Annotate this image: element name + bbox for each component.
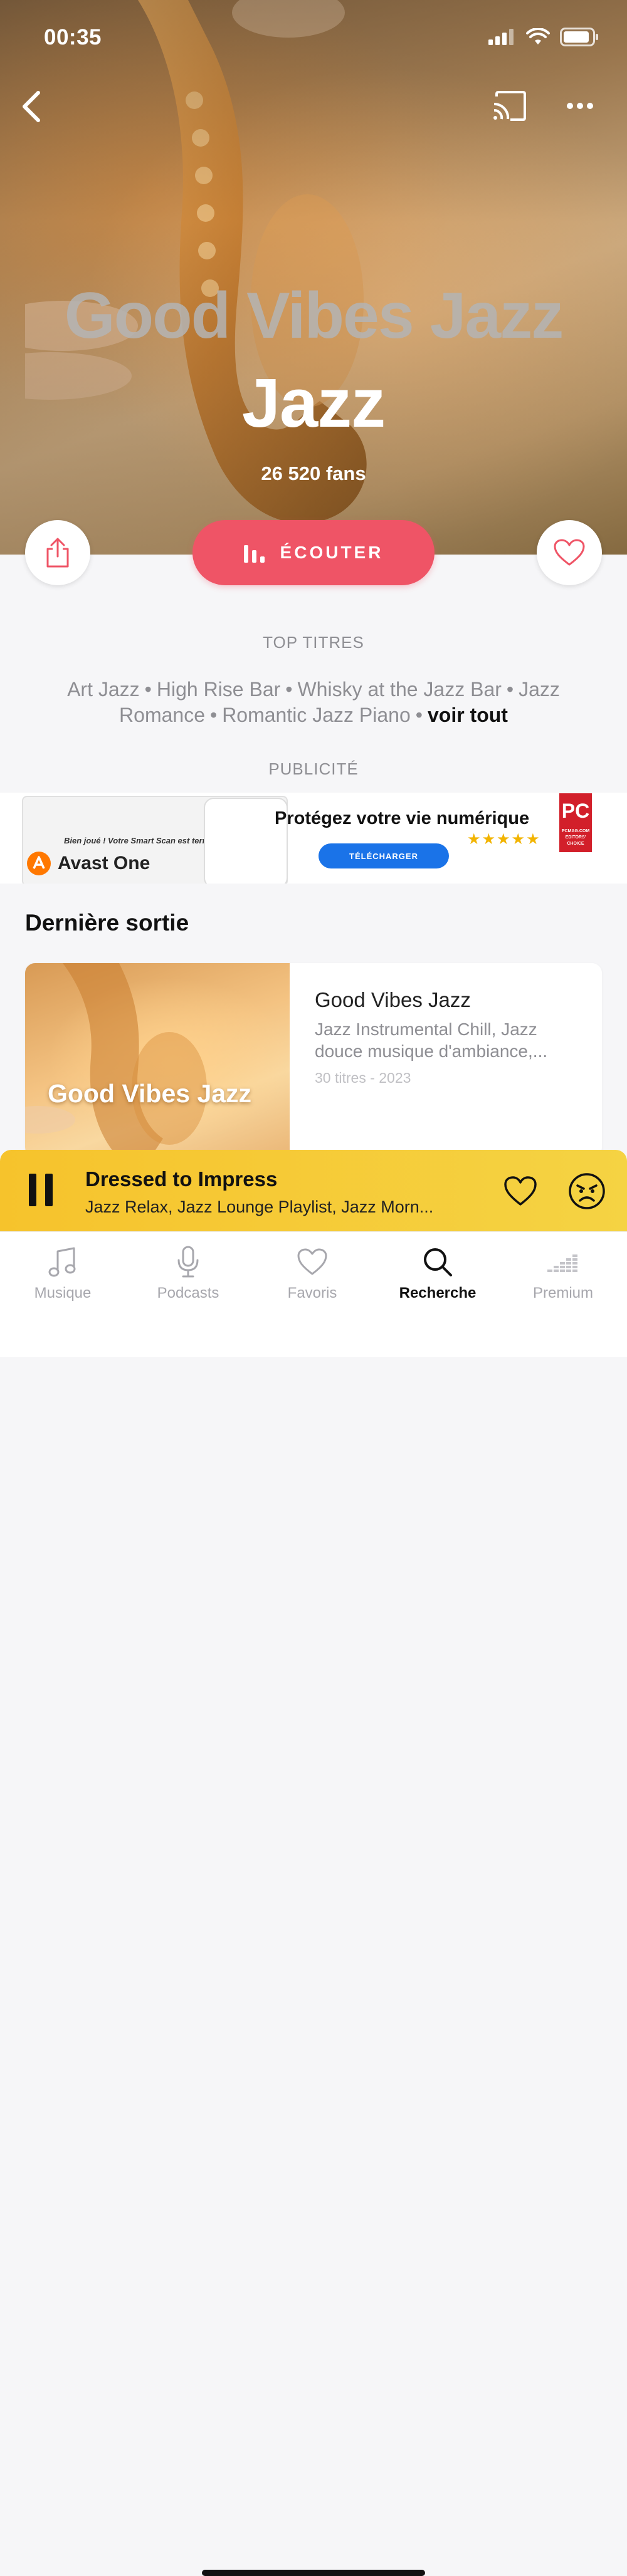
ad-download-button[interactable]: TÉLÉCHARGER — [319, 843, 449, 868]
ad-brand: Avast One — [26, 851, 150, 876]
page-title: Jazz — [241, 365, 386, 442]
share-icon — [46, 538, 69, 568]
pcmag-badge: PC PCMAG.COM EDITORS' CHOICE — [559, 793, 592, 852]
cellular-signal-icon — [488, 29, 514, 45]
status-time: 00:35 — [44, 25, 102, 50]
share-button[interactable] — [25, 520, 90, 585]
top-nav — [0, 81, 627, 132]
battery-icon — [560, 28, 598, 46]
track-link[interactable]: Art Jazz — [67, 678, 140, 701]
ad-label: PUBLICITÉ — [268, 759, 359, 778]
listen-label: ÉCOUTER — [280, 543, 384, 562]
see-all-link[interactable]: voir tout — [428, 704, 508, 726]
equalizer-icon — [243, 545, 265, 563]
saxophone-image — [25, 963, 207, 1157]
microphone-icon — [177, 1246, 199, 1278]
avast-logo-icon — [27, 852, 51, 875]
tab-bar: Musique Podcasts Favoris Recherche Premi… — [0, 1231, 627, 2576]
mini-player[interactable]: Dressed to Impress Jazz Relax, Jazz Loun… — [0, 1150, 627, 1231]
cover-title-faded: Good Vibes Jazz — [64, 279, 564, 352]
track-link[interactable]: High Rise Bar — [157, 678, 280, 701]
cast-icon[interactable] — [492, 90, 527, 122]
player-artists: Jazz Relax, Jazz Lounge Playlist, Jazz M… — [85, 1197, 434, 1216]
equalizer-icon — [547, 1254, 577, 1272]
heart-icon — [554, 539, 585, 566]
release-card[interactable]: Good Vibes Jazz Good Vibes Jazz Jazz Ins… — [25, 963, 602, 1157]
ad-brand-name: Avast One — [58, 853, 150, 873]
ad-headline: Protégez votre vie numérique — [275, 808, 530, 828]
home-indicator — [202, 2570, 425, 2576]
tab-podcasts[interactable]: Podcasts — [132, 1243, 245, 1302]
ad-rating-stars: ★★★★★ — [467, 831, 541, 848]
tab-premium[interactable]: Premium — [507, 1243, 619, 1302]
track-link[interactable]: Whisky at the Jazz Bar — [297, 678, 501, 701]
latest-release-heading: Dernière sortie — [25, 910, 189, 936]
tab-musique[interactable]: Musique — [6, 1243, 119, 1302]
wifi-icon — [526, 28, 550, 44]
ad-device-text: Bien joué ! Votre Smart Scan est terminé… — [64, 836, 224, 845]
player-track-title: Dressed to Impress — [85, 1167, 278, 1191]
track-link[interactable]: Romantic Jazz Piano — [222, 704, 411, 726]
tab-favoris[interactable]: Favoris — [256, 1243, 369, 1302]
listen-button[interactable]: ÉCOUTER — [192, 520, 435, 585]
tab-recherche[interactable]: Recherche — [381, 1243, 494, 1302]
favorite-button[interactable] — [537, 520, 602, 585]
fans-count: 26 520 fans — [261, 462, 366, 484]
top-tracks-list: Art Jazz • High Rise Bar • Whisky at the Jaz… — [67, 678, 560, 726]
status-bar: 00:35 — [0, 0, 627, 75]
back-button[interactable] — [16, 88, 47, 125]
release-description: Jazz Instrumental Chill, Jazz douce musi… — [315, 1019, 548, 1061]
release-meta: 30 titres - 2023 — [315, 1070, 411, 1086]
heart-icon — [297, 1248, 327, 1275]
music-note-icon — [48, 1247, 76, 1277]
release-cover-title: Good Vibes Jazz — [48, 1079, 252, 1108]
pause-button[interactable] — [29, 1174, 54, 1206]
heart-icon[interactable] — [503, 1175, 538, 1207]
search-icon — [424, 1248, 452, 1276]
release-title: Good Vibes Jazz — [315, 988, 471, 1011]
dislike-angry-face-icon[interactable] — [567, 1172, 606, 1211]
release-cover-image: Good Vibes Jazz — [25, 963, 290, 1157]
top-tracks-heading: TOP TITRES — [263, 633, 364, 652]
more-options-icon[interactable] — [561, 90, 599, 122]
